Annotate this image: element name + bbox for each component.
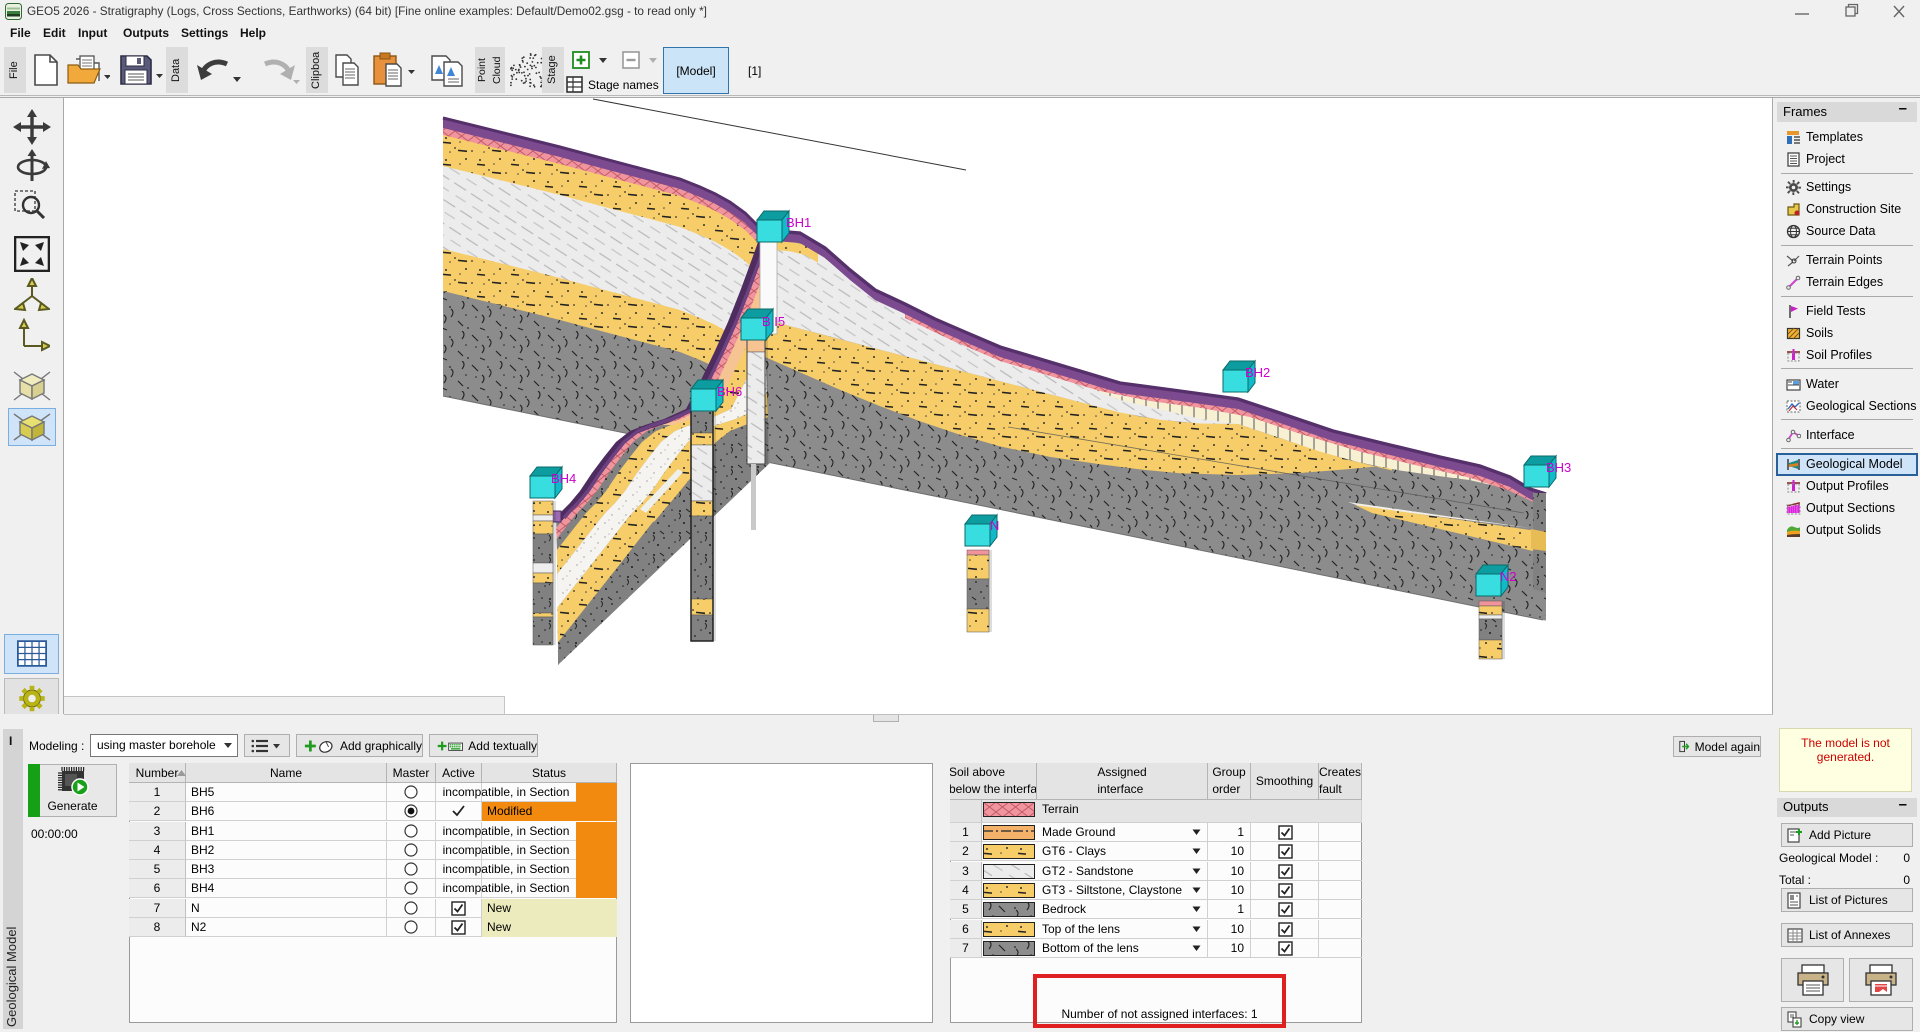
svg-text:B I5: B I5 [762,314,785,329]
svg-text:BH3: BH3 [1546,460,1571,475]
svg-text:BH6: BH6 [717,384,742,399]
svg-text:BH2: BH2 [1245,365,1270,380]
svg-text:N: N [990,518,999,533]
svg-text:BH4: BH4 [551,471,576,486]
svg-text:BH1: BH1 [786,215,811,230]
svg-text:N2: N2 [1500,569,1517,584]
